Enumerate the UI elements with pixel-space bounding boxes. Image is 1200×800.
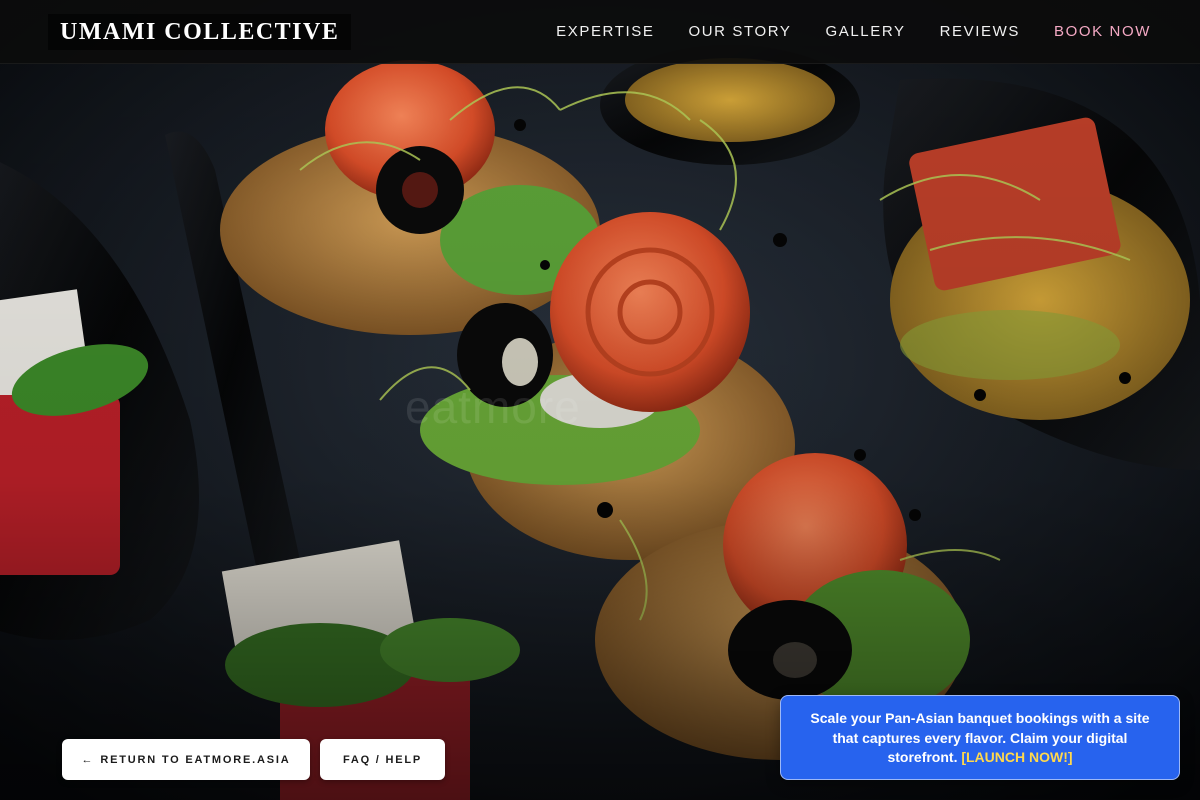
nav-book-now[interactable]: BOOK NOW [1053, 22, 1152, 42]
hero-dark-overlay [0, 0, 1200, 800]
nav-reviews[interactable]: REVIEWS [939, 22, 1021, 42]
faq-button-label: FAQ / HELP [342, 753, 423, 766]
site-header: UMAMI COLLECTIVE EXPERTISE OUR STORY GAL… [0, 0, 1200, 64]
main-nav: EXPERTISE OUR STORY GALLERY REVIEWS BOOK… [523, 0, 1152, 64]
nav-expertise[interactable]: EXPERTISE [555, 22, 655, 42]
brand-logo[interactable]: UMAMI COLLECTIVE [48, 14, 352, 50]
promo-launch-link[interactable]: [LAUNCH NOW!] [961, 749, 1072, 765]
return-button-label: RETURN TO EATMORE.ASIA [100, 753, 291, 766]
hero-background-image: eatmore [0, 0, 1200, 800]
nav-gallery[interactable]: GALLERY [824, 22, 906, 42]
faq-help-button[interactable]: FAQ / HELP [320, 739, 445, 780]
watermark-text: eatmore [405, 381, 581, 433]
nav-our-story[interactable]: OUR STORY [687, 22, 792, 42]
promo-banner[interactable]: Scale your Pan-Asian banquet bookings wi… [780, 695, 1180, 780]
return-to-eatmore-button[interactable]: ← RETURN TO EATMORE.ASIA [62, 739, 310, 780]
arrow-left-icon: ← [81, 753, 95, 766]
